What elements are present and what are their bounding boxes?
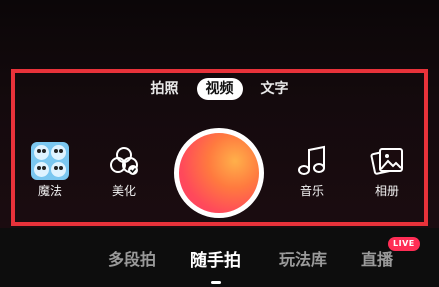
album-photo-icon (367, 142, 407, 180)
mode-tab-video[interactable]: 视频 (196, 78, 243, 100)
magic-label: 魔法 (37, 184, 62, 198)
beautify-label: 美化 (111, 184, 136, 198)
music-button[interactable]: 音乐 (282, 142, 342, 202)
tab-quick-shoot[interactable]: 随手拍 (190, 246, 241, 271)
magic-icon (30, 142, 70, 180)
magic-button[interactable]: 魔法 (20, 142, 80, 202)
tab-live[interactable]: 直播 (361, 246, 393, 270)
beautify-button[interactable]: 美化 (94, 142, 154, 202)
bottom-nav: 多段拍 随手拍 玩法库 直播 (0, 228, 439, 287)
mode-tabs: 拍照 视频 文字 (0, 77, 439, 101)
active-tab-indicator (211, 281, 221, 284)
tab-gameplay-library[interactable]: 玩法库 (279, 246, 327, 270)
music-note-icon (292, 142, 332, 180)
album-button[interactable]: 相册 (357, 142, 417, 202)
mode-tab-photo[interactable]: 拍照 (145, 78, 185, 100)
music-label: 音乐 (299, 184, 324, 198)
live-badge: LIVE (388, 237, 420, 251)
mode-tab-text[interactable]: 文字 (255, 78, 295, 100)
record-button[interactable] (174, 128, 264, 218)
album-label: 相册 (374, 184, 399, 198)
tab-multi-segment[interactable]: 多段拍 (108, 246, 156, 270)
beauty-filter-icon (104, 142, 144, 180)
